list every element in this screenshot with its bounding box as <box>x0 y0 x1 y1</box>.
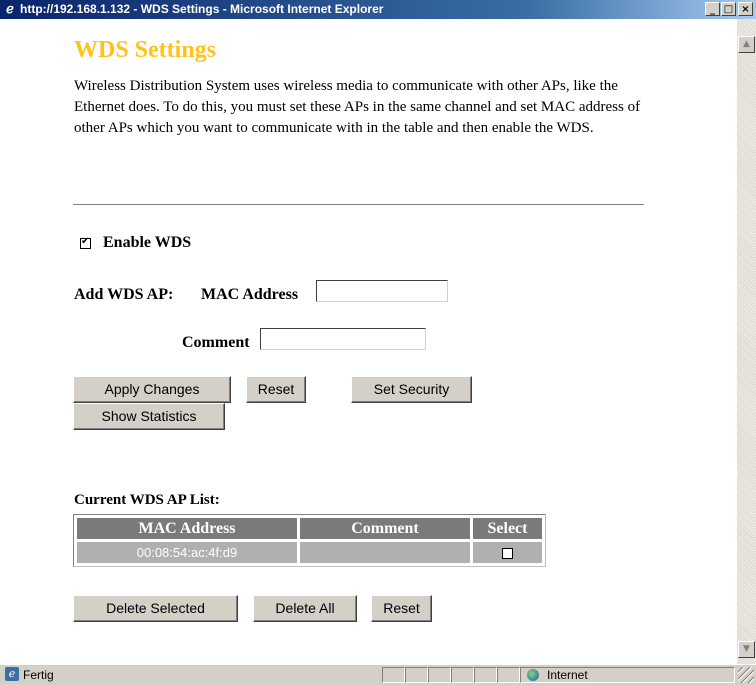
maximize-icon[interactable]: □ <box>721 2 736 16</box>
column-header-comment: Comment <box>300 518 470 539</box>
add-wds-ap-label: Add WDS AP: <box>74 286 174 303</box>
status-cell <box>405 667 428 683</box>
scroll-down-icon[interactable]: ▼ <box>738 641 755 658</box>
delete-selected-button[interactable]: Delete Selected <box>73 595 238 622</box>
comment-label: Comment <box>182 334 250 351</box>
reset-form-button[interactable]: Reset <box>246 376 306 403</box>
ie-icon: ℯ <box>6 1 14 16</box>
mac-address-input[interactable] <box>316 280 448 302</box>
resize-grip[interactable] <box>738 667 754 683</box>
enable-wds-label: Enable WDS <box>103 234 192 251</box>
row-select-checkbox[interactable] <box>502 548 513 560</box>
ap-list-title: Current WDS AP List: <box>74 492 220 508</box>
divider <box>73 204 644 206</box>
set-security-button[interactable]: Set Security <box>351 376 472 403</box>
status-cell <box>428 667 451 683</box>
status-cell <box>497 667 520 683</box>
row-mac-address: 00:08:54:ac:4f:d9 <box>77 542 297 563</box>
delete-all-button[interactable]: Delete All <box>253 595 357 622</box>
table-header-row: MAC Address Comment Select <box>77 518 542 539</box>
close-icon[interactable]: × <box>738 2 753 16</box>
reset-list-button[interactable]: Reset <box>371 595 432 622</box>
page-title: WDS Settings <box>74 37 217 63</box>
apply-changes-button[interactable]: Apply Changes <box>73 376 231 403</box>
show-statistics-button[interactable]: Show Statistics <box>73 403 225 430</box>
comment-input[interactable] <box>260 328 426 350</box>
mac-address-label: MAC Address <box>201 286 299 303</box>
globe-icon <box>527 669 539 681</box>
status-text: Fertig <box>23 668 54 682</box>
scroll-up-icon[interactable]: ▲ <box>738 36 755 53</box>
enable-wds-checkbox[interactable] <box>80 236 91 249</box>
page-description: Wireless Distribution System uses wirele… <box>74 78 641 136</box>
column-header-select: Select <box>473 518 542 539</box>
window-title: http://192.168.1.132 - WDS Settings - Mi… <box>20 2 384 16</box>
page-content: WDS Settings Wireless Distribution Syste… <box>0 19 737 664</box>
minimize-icon[interactable]: _ <box>705 2 720 16</box>
row-comment <box>300 542 470 563</box>
wds-ap-table: MAC Address Comment Select 00:08:54:ac:4… <box>73 514 546 567</box>
page-done-icon: ℯ <box>5 667 19 681</box>
column-header-mac: MAC Address <box>77 518 297 539</box>
status-bar: ℯ Fertig Internet <box>0 664 756 685</box>
status-cell <box>382 667 405 683</box>
status-cell <box>474 667 497 683</box>
zone-cell: Internet <box>520 667 735 683</box>
window-titlebar[interactable]: ℯ http://192.168.1.132 - WDS Settings - … <box>0 0 756 19</box>
table-row: 00:08:54:ac:4f:d9 <box>77 542 542 563</box>
row-select-cell <box>473 542 542 563</box>
zone-text: Internet <box>547 668 588 682</box>
status-cell <box>451 667 474 683</box>
vertical-scrollbar[interactable]: ▲ ▼ <box>737 19 756 664</box>
